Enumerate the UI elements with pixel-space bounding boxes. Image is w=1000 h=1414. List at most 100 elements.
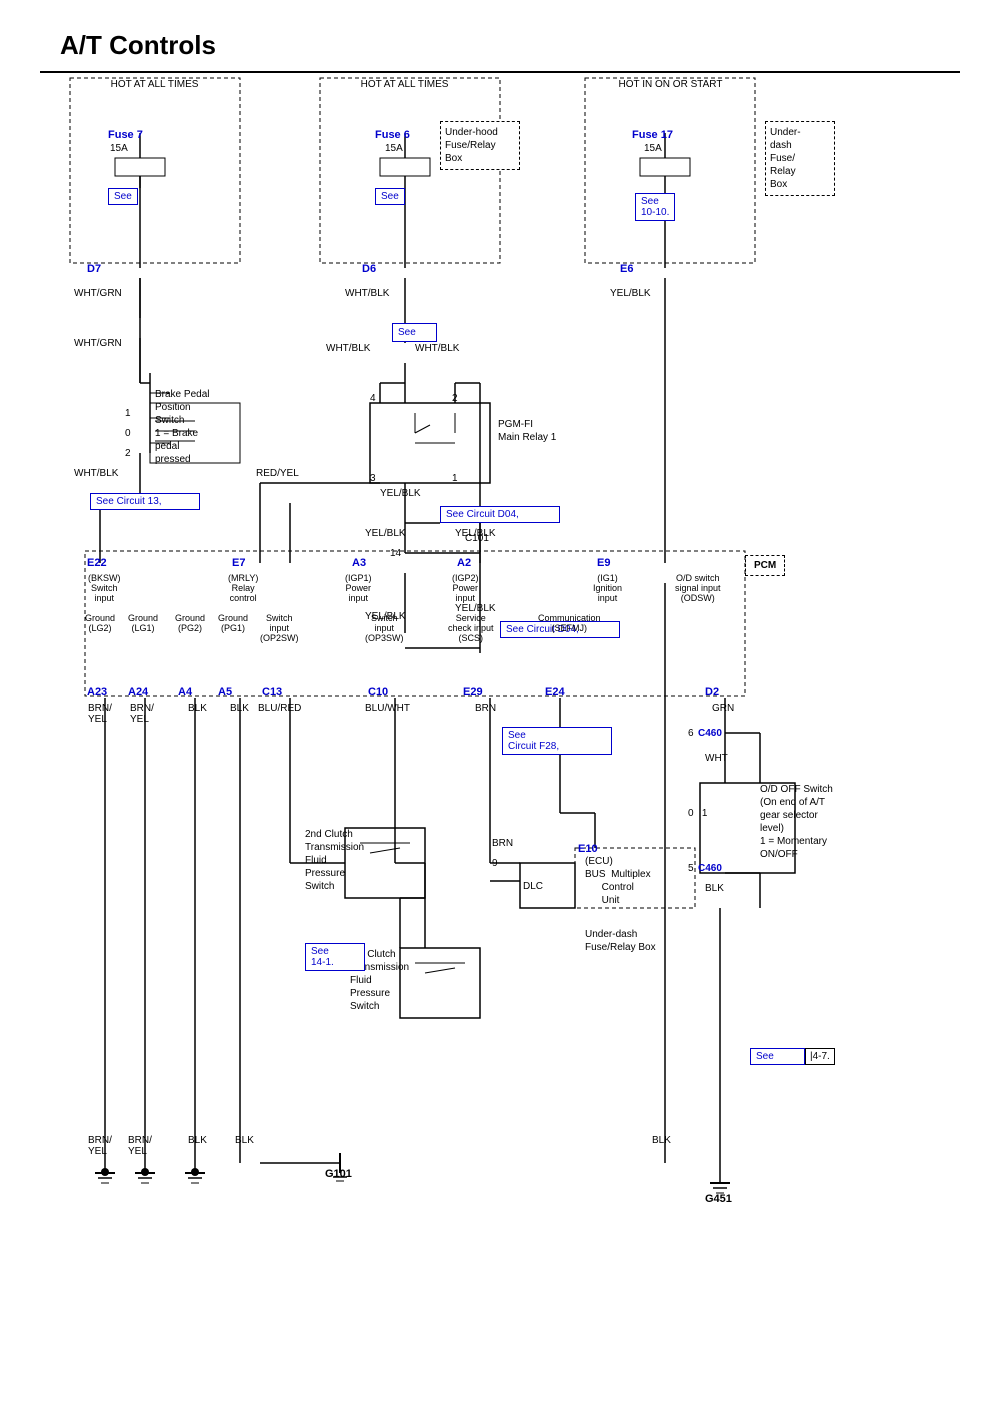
2nd-clutch-switch-label: 2nd ClutchTransmissionFluidPressureSwitc… [305,828,364,893]
switch-num-2: 2 [125,448,131,459]
see-circuit-f28[interactable]: SeeCircuit F28, [502,727,612,755]
fuse17-label: Fuse 17 [632,129,673,141]
ground-pg1: Ground(PG1) [218,613,248,633]
switch-num-0: 0 [125,428,131,439]
see-link-fuse7[interactable]: See [108,188,138,205]
relay-num-4: 4 [370,393,376,404]
diagram-container: HOT AT ALL TIMES HOT AT ALL TIMES HOT IN… [40,71,960,1351]
fuse17-amps: 15A [644,143,662,154]
dlc-label: DLC [523,881,543,892]
connector-D2: D2 [705,686,719,698]
switch-input-op2sw: Switchinput(OP2SW) [260,613,299,643]
wire-whtblk-4: WHT/BLK [326,343,370,354]
wiring-diagram [40,73,960,1351]
connector-E29: E29 [463,686,483,698]
wire-blk-c460b: BLK [705,883,724,894]
see-4-7-num: |4-7. [805,1048,835,1065]
ground-lg2: Ground(LG2) [85,613,115,633]
connector-E9: E9 [597,557,610,569]
wire-whtblk-relay: WHT/BLK [415,343,459,354]
wire-blk-a5: BLK [230,703,249,714]
connector-C10: C10 [368,686,388,698]
connector-A24: A24 [128,686,148,698]
hot-label-2: HOT AT ALL TIMES [322,79,487,90]
pgmfi-relay-label: PGM-FIMain Relay 1 [498,418,556,444]
see-circuit-d04-1[interactable]: See Circuit D04, [440,506,560,523]
wire-brn-e29: BRN [475,703,496,714]
see-14-1[interactable]: See14-1. [305,943,365,971]
wire-whtgrn-2: WHT/GRN [74,338,122,349]
fuse7-label: Fuse 7 [108,129,143,141]
signal-bksw: (BKSW)Switchinput [88,573,121,603]
switch-input-op3sw: Switchinput(OP3SW) [365,613,404,643]
multiplex-unit-label: (ECU)BUS Multiplex Control Unit [585,855,651,907]
connector-A5: A5 [218,686,232,698]
page-title: A/T Controls [0,0,1000,71]
wire-yelblk-3: YEL/BLK [455,528,496,539]
underdash-box-label: Under-dashFuse/RelayBox [765,121,835,196]
connector-E6: E6 [620,263,633,275]
g451-label: G451 [705,1193,732,1205]
connector-C13: C13 [262,686,282,698]
hot-label-1: HOT AT ALL TIMES [72,79,237,90]
see-10-10[interactable]: See10-10. [635,193,675,221]
underhood-box-label: Under-hoodFuse/RelayBox [440,121,520,170]
signal-igp1: (IGP1)Powerinput [345,573,372,603]
connector-A2: A2 [457,557,471,569]
ground-dot-1 [101,1168,109,1176]
c460-bot-num: 5 [688,863,694,874]
communication-sefmj: Communication(SEFMJ) [538,613,601,633]
connector-E7: E7 [232,557,245,569]
connector-E10: E10 [578,843,598,855]
hot-label-3: HOT IN ON OR START [588,79,753,90]
wire-bluwht: BLU/WHT [365,703,410,714]
od-switch-signal: O/D switchsignal input(ODSW) [675,573,721,603]
signal-igp2: (IGP2)Powerinput [452,573,479,603]
underdash-box-bottom: Under-dashFuse/Relay Box [585,928,656,954]
see-circuit-13[interactable]: See Circuit 13, [90,493,200,510]
service-check: Servicecheck input(SCS) [448,613,494,643]
wire-blk-a4: BLK [188,703,207,714]
c101-14: 14 [390,548,401,559]
signal-mrly: (MRLY)Relaycontrol [228,573,258,603]
switch-num-1: 1 [125,408,131,419]
wire-brnyel-a24: BRN/YEL [130,703,154,725]
ground-dot-3 [191,1168,199,1176]
fuse6-label: Fuse 6 [375,129,410,141]
connector-A4: A4 [178,686,192,698]
see-link-fuse6[interactable]: See [375,188,405,205]
wire-yelblk-2: YEL/BLK [365,528,406,539]
c460-top-num: 6 [688,728,694,739]
wire-wht-c460t: WHT [705,753,728,764]
wire-blured: BLU/RED [258,703,301,714]
wire-brnyel-bot2: BRN/YEL [128,1135,152,1157]
wire-blk-bot2: BLK [235,1135,254,1146]
relay-num-1: 1 [452,473,458,484]
connector-D6: D6 [362,263,376,275]
od-switch-sym: 0 1 [688,808,707,819]
signal-ig1: (IG1)Ignitioninput [593,573,622,603]
ground-pg2: Ground(PG2) [175,613,205,633]
wire-whtgrn-1: WHT/GRN [74,288,122,299]
relay-num-3: 3 [370,473,376,484]
connector-A23: A23 [87,686,107,698]
wire-brnyel-bot1: BRN/YEL [88,1135,112,1157]
pcm-label: PCM [745,555,785,576]
wire-blk-bot1: BLK [188,1135,207,1146]
c460-bot-label: C460 [698,863,722,874]
see-link-d6[interactable]: See [392,323,437,342]
wire-grn-d2: GRN [712,703,734,714]
fuse6-amps: 15A [385,143,403,154]
wire-redyel: RED/YEL [256,468,299,479]
wire-brnyel-a23: BRN/YEL [88,703,112,725]
brake-switch-label: Brake PedalPositionSwitch1 = Brakepedalp… [155,388,209,466]
c460-top-label: C460 [698,728,722,739]
see-4-7[interactable]: See [750,1048,805,1065]
connector-A3: A3 [352,557,366,569]
ground-lg1: Ground(LG1) [128,613,158,633]
wire-blk-e6-bot: BLK [652,1135,671,1146]
ground-dot-2 [141,1168,149,1176]
wire-yelblk-e6: YEL/BLK [610,288,651,299]
connector-E24: E24 [545,686,565,698]
connector-E22: E22 [87,557,107,569]
